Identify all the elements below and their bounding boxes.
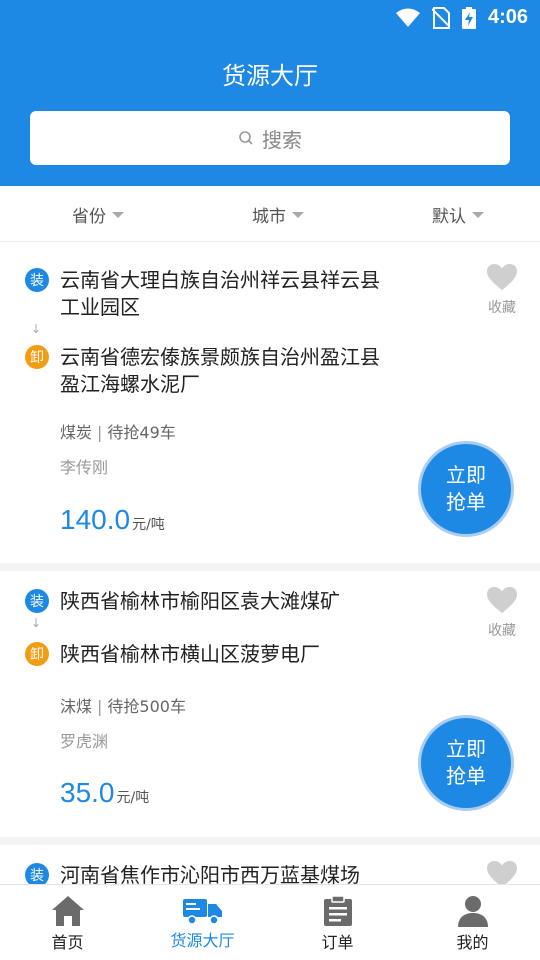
cargo-card[interactable]: 装 陕西省榆林市榆阳区袁大滩煤矿 ↓ 卸 陕西省榆林市横山区菠萝电厂 沫煤 | 待抢…	[0, 571, 540, 837]
grab-order-label: 立即	[446, 737, 486, 761]
price-value: 140.0	[60, 504, 131, 535]
status-bar: 4:06	[0, 0, 540, 36]
cargo-type: 煤炭	[60, 423, 93, 442]
filter-city[interactable]: 城市	[252, 186, 304, 242]
contact-name: 罗虎渊	[60, 732, 109, 751]
user-icon	[457, 896, 488, 927]
nav-orders-label: 订单	[321, 933, 354, 952]
load-address-line: 河南省焦作市沁阳市西万蓝基煤场	[60, 863, 360, 884]
remaining-trucks: 待抢49车	[107, 423, 176, 442]
unload-badge: 卸	[25, 642, 49, 666]
arrow-down-icon: ↓	[31, 322, 42, 336]
nav-mine[interactable]: 我的	[405, 885, 540, 960]
wifi-icon	[395, 8, 420, 27]
nav-cargo-hall-label: 货源大厅	[170, 931, 235, 950]
no-sim-icon	[431, 6, 450, 29]
load-badge: 装	[25, 268, 49, 292]
price: 140.0 元/吨	[60, 504, 165, 536]
bottom-nav: 首页 货源大厅 订单 我的	[0, 884, 540, 960]
unload-badge: 卸	[25, 345, 49, 369]
nav-cargo-hall[interactable]: 货源大厅	[135, 885, 270, 960]
unload-address: 云南省德宏傣族景颇族自治州盈江县 盈江海螺水泥厂	[60, 344, 420, 398]
heart-icon	[487, 861, 517, 884]
cargo-type: 沫煤	[60, 697, 93, 716]
truck-icon	[182, 899, 222, 925]
nav-home[interactable]: 首页	[0, 885, 135, 960]
search-input[interactable]: 搜索	[30, 111, 510, 165]
load-address-line: 云南省大理白族自治州祥云县祥云县	[60, 268, 380, 292]
dropdown-arrow-icon	[292, 212, 304, 218]
load-address: 云南省大理白族自治州祥云县祥云县 工业园区	[60, 267, 420, 321]
unload-address: 陕西省榆林市横山区菠萝电厂	[60, 641, 420, 668]
cargo-card[interactable]: 装 云南省大理白族自治州祥云县祥云县 工业园区 ↓ 卸 云南省德宏傣族景颇族自治…	[0, 242, 540, 563]
arrow-down-icon: ↓	[31, 616, 42, 630]
filter-province[interactable]: 省份	[72, 186, 124, 242]
grab-order-button[interactable]: 立即 抢单	[418, 441, 514, 537]
price-unit: 元/吨	[116, 790, 150, 806]
grab-order-label: 立即	[446, 463, 486, 487]
cargo-meta: 沫煤 | 待抢500车	[60, 697, 186, 716]
favorite-label: 收藏	[488, 300, 516, 316]
heart-icon	[487, 587, 517, 613]
nav-mine-label: 我的	[456, 933, 489, 952]
load-badge: 装	[25, 589, 49, 613]
clipboard-icon	[323, 895, 352, 926]
unload-address-line: 云南省德宏傣族景颇族自治州盈江县	[60, 345, 380, 369]
filter-city-label: 城市	[252, 206, 286, 227]
heart-icon	[487, 264, 517, 290]
grab-order-label: 抢单	[446, 490, 486, 514]
cargo-list[interactable]: 装 云南省大理白族自治州祥云县祥云县 工业园区 ↓ 卸 云南省德宏傣族景颇族自治…	[0, 242, 540, 884]
filter-province-label: 省份	[72, 206, 106, 227]
unload-address-line: 盈江海螺水泥厂	[60, 372, 200, 396]
page-title: 货源大厅	[222, 62, 318, 90]
favorite-label: 收藏	[488, 623, 516, 639]
favorite-button[interactable]: 收藏	[484, 587, 520, 640]
load-address-line: 工业园区	[60, 295, 140, 319]
load-badge: 装	[25, 863, 49, 884]
nav-home-label: 首页	[51, 933, 84, 952]
dropdown-arrow-icon	[112, 212, 124, 218]
cargo-meta: 煤炭 | 待抢49车	[60, 423, 176, 442]
grab-order-button[interactable]: 立即 抢单	[418, 715, 514, 811]
load-address: 河南省焦作市沁阳市西万蓝基煤场	[60, 862, 420, 884]
filter-sort[interactable]: 默认	[432, 186, 484, 242]
load-address: 陕西省榆林市榆阳区袁大滩煤矿	[60, 588, 420, 615]
contact-name: 李传刚	[60, 458, 109, 477]
price: 35.0 元/吨	[60, 777, 149, 809]
dropdown-arrow-icon	[472, 212, 484, 218]
search-icon	[239, 131, 253, 145]
favorite-button[interactable]	[484, 861, 520, 884]
grab-order-label: 抢单	[446, 764, 486, 788]
price-unit: 元/吨	[132, 517, 165, 533]
home-icon	[51, 896, 84, 926]
header: 4:06 货源大厅 搜索	[0, 0, 540, 186]
favorite-button[interactable]: 收藏	[484, 264, 520, 317]
nav-orders[interactable]: 订单	[270, 885, 405, 960]
status-time: 4:06	[487, 6, 528, 28]
unload-address-line: 陕西省榆林市横山区菠萝电厂	[60, 642, 320, 666]
search-placeholder: 搜索	[262, 127, 302, 152]
filter-sort-label: 默认	[432, 206, 466, 227]
filter-bar: 省份 城市 默认	[0, 186, 540, 242]
battery-charging-icon	[461, 6, 476, 29]
cargo-card[interactable]: 装 河南省焦作市沁阳市西万蓝基煤场	[0, 845, 540, 884]
load-address-line: 陕西省榆林市榆阳区袁大滩煤矿	[60, 589, 340, 613]
remaining-trucks: 待抢500车	[107, 697, 186, 716]
price-value: 35.0	[60, 777, 115, 808]
